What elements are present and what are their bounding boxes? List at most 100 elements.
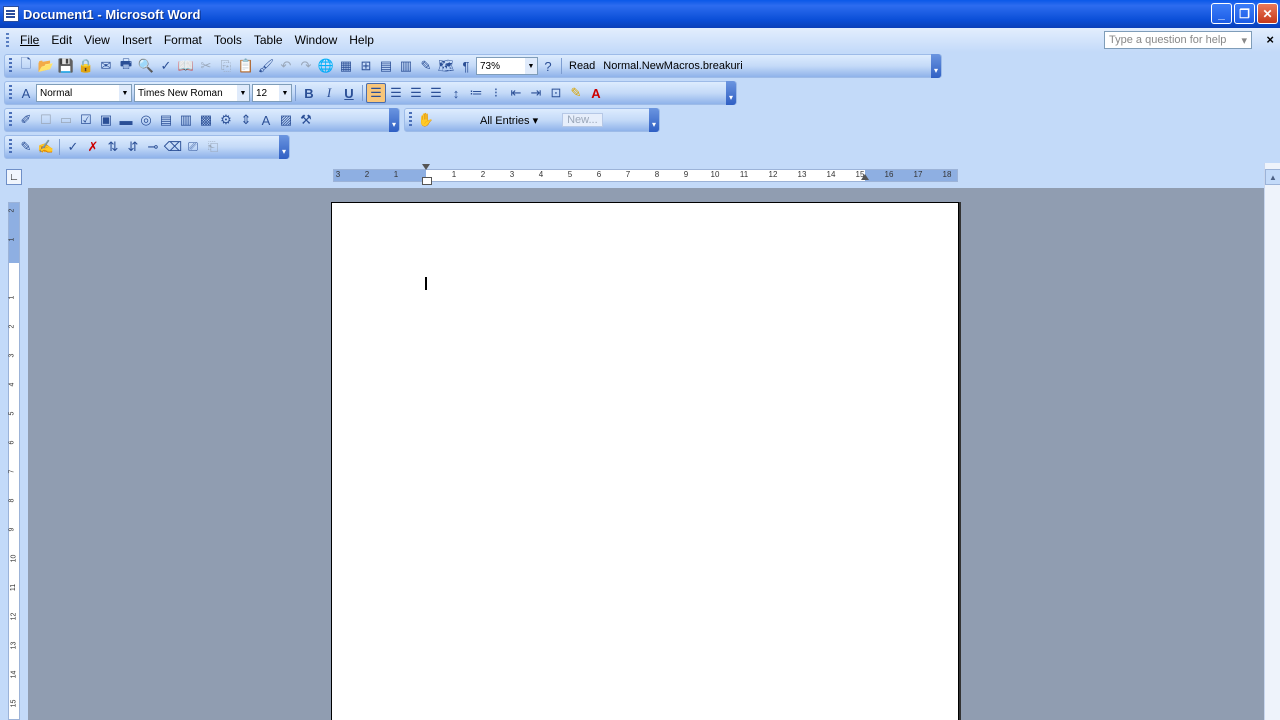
save-icon[interactable]: 💾 xyxy=(56,56,76,76)
chevron-down-icon[interactable]: ▾ xyxy=(1241,34,1247,47)
highlight-icon[interactable]: ✎ xyxy=(566,83,586,103)
reject-change-icon[interactable]: ✗ xyxy=(83,137,103,157)
email-icon[interactable]: ✉ xyxy=(96,56,116,76)
borders-icon[interactable]: ⊡ xyxy=(546,83,566,103)
vertical-scrollbar[interactable]: ▲ xyxy=(1264,163,1280,720)
track-changes-icon[interactable]: ⎚ xyxy=(183,137,203,157)
align-left-icon[interactable]: ☰ xyxy=(366,83,386,103)
styles-icon[interactable]: A xyxy=(16,83,36,103)
align-right-icon[interactable]: ☰ xyxy=(406,83,426,103)
chevron-down-icon[interactable]: ▼ xyxy=(279,85,291,101)
print-icon[interactable]: 🖶 xyxy=(116,56,136,76)
toolbar-grip[interactable] xyxy=(9,112,12,128)
bullets-icon[interactable]: ⁝ xyxy=(486,83,506,103)
toolbar-grip[interactable] xyxy=(409,112,412,128)
shading-icon[interactable]: ▩ xyxy=(196,110,216,130)
toolbar-options-icon[interactable]: ▾ xyxy=(279,135,289,159)
chevron-down-icon[interactable]: ▼ xyxy=(237,85,249,101)
macro-icon[interactable]: ⚙ xyxy=(216,110,236,130)
menu-tools[interactable]: Tools xyxy=(208,28,248,52)
open-folder-icon[interactable]: 📂 xyxy=(36,56,56,76)
italic-button[interactable]: I xyxy=(319,83,339,103)
copy-icon[interactable]: ⎘ xyxy=(216,56,236,76)
autotext-icon[interactable]: ✋ xyxy=(416,110,436,130)
scroll-up-icon[interactable]: ▲ xyxy=(1265,169,1280,185)
maximize-button[interactable]: ❐ xyxy=(1234,3,1255,24)
read-button[interactable]: Read xyxy=(565,60,599,72)
menu-help[interactable]: Help xyxy=(343,28,380,52)
chevron-down-icon[interactable]: ▼ xyxy=(119,85,131,101)
decrease-indent-icon[interactable]: ⇤ xyxy=(506,83,526,103)
delete-icon[interactable]: ⌫ xyxy=(163,137,183,157)
cut-icon[interactable]: ✂ xyxy=(196,56,216,76)
all-entries-button[interactable]: All Entries ▾ xyxy=(476,114,542,127)
macro-button[interactable]: Normal.NewMacros.breakuri xyxy=(599,60,746,72)
spin-icon[interactable]: ⇕ xyxy=(236,110,256,130)
sort-ascending-icon[interactable]: ⇅ xyxy=(103,137,123,157)
form-icon[interactable]: ☐ xyxy=(36,110,56,130)
help-icon[interactable]: ? xyxy=(538,56,558,76)
hyperlink-icon[interactable]: 🌐 xyxy=(316,56,336,76)
new-comment-icon[interactable]: ✍ xyxy=(36,137,56,157)
help-search-input[interactable]: Type a question for help ▾ xyxy=(1104,31,1252,49)
toolbar-grip[interactable] xyxy=(9,85,12,101)
show-hide-icon[interactable]: ¶ xyxy=(456,56,476,76)
close-button[interactable]: ✕ xyxy=(1257,3,1278,24)
style-select[interactable]: Normal ▼ xyxy=(36,84,132,102)
document-page[interactable] xyxy=(331,202,959,720)
menu-grip[interactable] xyxy=(6,33,9,47)
menu-file[interactable]: File xyxy=(14,28,45,52)
vertical-ruler[interactable]: 2 1 1 2 3 4 5 6 7 8 9 10 11 12 13 14 15 xyxy=(8,202,20,720)
chevron-down-icon[interactable]: ▼ xyxy=(525,58,537,74)
paste-icon[interactable]: 📋 xyxy=(236,56,256,76)
drawing-icon[interactable]: ✎ xyxy=(416,56,436,76)
toolbar-options-icon[interactable]: ▾ xyxy=(931,54,941,78)
frame-icon[interactable]: ▥ xyxy=(176,110,196,130)
toolbar-options-icon[interactable]: ▾ xyxy=(726,81,736,105)
menu-table[interactable]: Table xyxy=(248,28,289,52)
justify-icon[interactable]: ☰ xyxy=(426,83,446,103)
form-field-icon[interactable]: ▭ xyxy=(56,110,76,130)
link-icon[interactable]: ⊸ xyxy=(143,137,163,157)
properties-icon[interactable]: ⚒ xyxy=(296,110,316,130)
toolbar-options-icon[interactable]: ▾ xyxy=(389,108,399,132)
reviewing-pane-icon[interactable]: ⎗ xyxy=(203,137,223,157)
listbox-icon[interactable]: ▤ xyxy=(156,110,176,130)
new-autotext-button[interactable]: New... xyxy=(562,113,603,127)
sort-descending-icon[interactable]: ⇵ xyxy=(123,137,143,157)
print-preview-icon[interactable]: 🔍 xyxy=(136,56,156,76)
menu-edit[interactable]: Edit xyxy=(45,28,78,52)
accept-change-icon[interactable]: ✓ xyxy=(63,137,83,157)
option-button-icon[interactable]: ◎ xyxy=(136,110,156,130)
text-icon[interactable]: A xyxy=(256,110,276,130)
redo-icon[interactable]: ↷ xyxy=(296,56,316,76)
word-app-icon[interactable] xyxy=(3,6,19,22)
zoom-select[interactable]: 73% ▼ xyxy=(476,57,538,75)
edit-comment-icon[interactable]: ✎ xyxy=(16,137,36,157)
align-center-icon[interactable]: ☰ xyxy=(386,83,406,103)
spelling-icon[interactable]: ✓ xyxy=(156,56,176,76)
bold-button[interactable]: B xyxy=(299,83,319,103)
new-document-icon[interactable]: 🗋 xyxy=(16,56,36,76)
line-spacing-icon[interactable]: ↕ xyxy=(446,83,466,103)
menu-format[interactable]: Format xyxy=(158,28,208,52)
checkbox-icon[interactable]: ☑ xyxy=(76,110,96,130)
minimize-button[interactable]: _ xyxy=(1211,3,1232,24)
left-indent-marker[interactable] xyxy=(422,164,432,188)
horizontal-ruler[interactable]: 3 2 1 1 2 3 4 5 6 7 8 9 10 11 12 13 14 15 16 17 18 xyxy=(333,164,958,185)
format-painter-icon[interactable]: 🖌 xyxy=(256,56,276,76)
menu-insert[interactable]: Insert xyxy=(116,28,158,52)
underline-button[interactable]: U xyxy=(339,83,359,103)
close-document-button[interactable]: × xyxy=(1266,32,1274,47)
textbox-icon[interactable]: ▬ xyxy=(116,110,136,130)
image-icon[interactable]: ▨ xyxy=(276,110,296,130)
insert-table-icon[interactable]: ⊞ xyxy=(356,56,376,76)
tables-borders-icon[interactable]: ▦ xyxy=(336,56,356,76)
font-select[interactable]: Times New Roman ▼ xyxy=(134,84,250,102)
menu-window[interactable]: Window xyxy=(289,28,344,52)
font-size-select[interactable]: 12 ▼ xyxy=(252,84,292,102)
research-icon[interactable]: 📖 xyxy=(176,56,196,76)
document-map-icon[interactable]: 🗺 xyxy=(436,56,456,76)
insert-excel-icon[interactable]: ▤ xyxy=(376,56,396,76)
picture-icon[interactable]: ▣ xyxy=(96,110,116,130)
